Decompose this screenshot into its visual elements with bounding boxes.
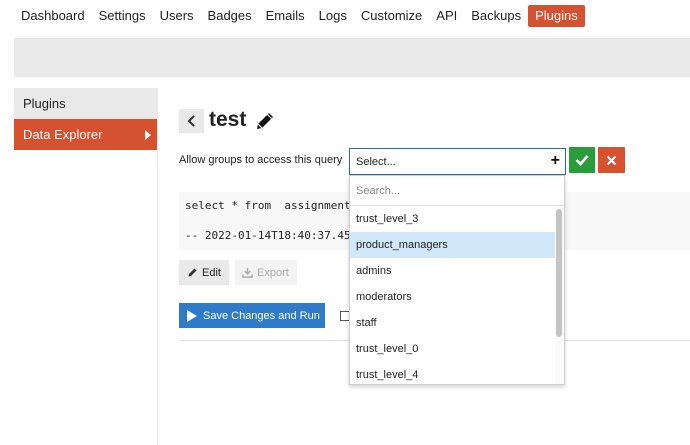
sidebar-item-plugins[interactable]: Plugins	[14, 88, 157, 119]
check-icon	[575, 155, 589, 166]
dropdown-option-trust-level-4[interactable]: trust_level_4	[350, 362, 556, 384]
plus-icon: +	[550, 152, 560, 169]
nav-item-backups[interactable]: Backups	[464, 5, 528, 27]
nav-item-settings[interactable]: Settings	[92, 5, 153, 27]
nav-item-emails[interactable]: Emails	[259, 5, 312, 27]
export-label: Export	[257, 266, 289, 279]
export-button[interactable]: Export	[235, 260, 297, 285]
nav-item-plugins[interactable]: Plugins	[528, 5, 585, 27]
dropdown-option-moderators[interactable]: moderators	[350, 284, 556, 310]
edit-button[interactable]: Edit	[179, 260, 229, 285]
sql-line: select * from assignments	[185, 199, 358, 212]
sidebar-item-label: Data Explorer	[23, 127, 103, 142]
dropdown-option-product-managers[interactable]: product_managers	[350, 232, 556, 258]
dropdown-scrollbar-thumb[interactable]	[556, 209, 562, 337]
save-and-run-label: Save Changes and Run	[203, 309, 320, 322]
chevron-right-icon	[145, 129, 151, 140]
sidebar: Plugins Data Explorer	[14, 88, 157, 150]
confirm-groups-button[interactable]	[569, 147, 595, 173]
sidebar-item-data-explorer[interactable]: Data Explorer	[14, 119, 157, 150]
nav-item-logs[interactable]: Logs	[312, 5, 354, 27]
save-and-run-button[interactable]: Save Changes and Run	[179, 303, 325, 328]
dropdown-search	[350, 176, 564, 206]
dropdown-option-admins[interactable]: admins	[350, 258, 556, 284]
nav-item-dashboard[interactable]: Dashboard	[14, 5, 92, 27]
pencil-icon	[188, 268, 197, 277]
dropdown-option-staff[interactable]: staff	[350, 310, 556, 336]
nav-item-badges[interactable]: Badges	[201, 5, 259, 27]
chevron-left-icon	[187, 115, 195, 127]
back-button[interactable]	[179, 109, 204, 133]
pencil-icon[interactable]	[254, 110, 276, 132]
cancel-groups-button[interactable]	[598, 147, 625, 173]
close-icon	[606, 155, 617, 165]
edit-label: Edit	[202, 266, 221, 279]
sidebar-divider	[157, 88, 158, 445]
dropdown-options: trust_level_3 product_managers admins mo…	[350, 206, 556, 384]
query-title: test	[209, 108, 247, 131]
group-select-value: Select...	[356, 155, 396, 168]
dropdown-option-trust-level-3[interactable]: trust_level_3	[350, 206, 556, 232]
dropdown-search-input[interactable]	[356, 184, 546, 197]
nav-item-api[interactable]: API	[429, 5, 464, 27]
groups-label: Allow groups to access this query	[179, 154, 343, 166]
group-select[interactable]: Select... +	[349, 148, 566, 175]
sidebar-item-label: Plugins	[23, 96, 66, 111]
play-icon	[187, 309, 197, 322]
group-dropdown: trust_level_3 product_managers admins mo…	[349, 175, 565, 385]
sql-line: -- 2022-01-14T18:40:37.451	[185, 229, 358, 242]
dropdown-option-trust-level-0[interactable]: trust_level_0	[350, 336, 556, 362]
admin-nav: Dashboard Settings Users Badges Emails L…	[14, 5, 585, 27]
nav-item-customize[interactable]: Customize	[354, 5, 429, 27]
sub-nav-bar	[14, 38, 690, 77]
download-icon	[242, 267, 253, 278]
nav-item-users[interactable]: Users	[153, 5, 201, 27]
